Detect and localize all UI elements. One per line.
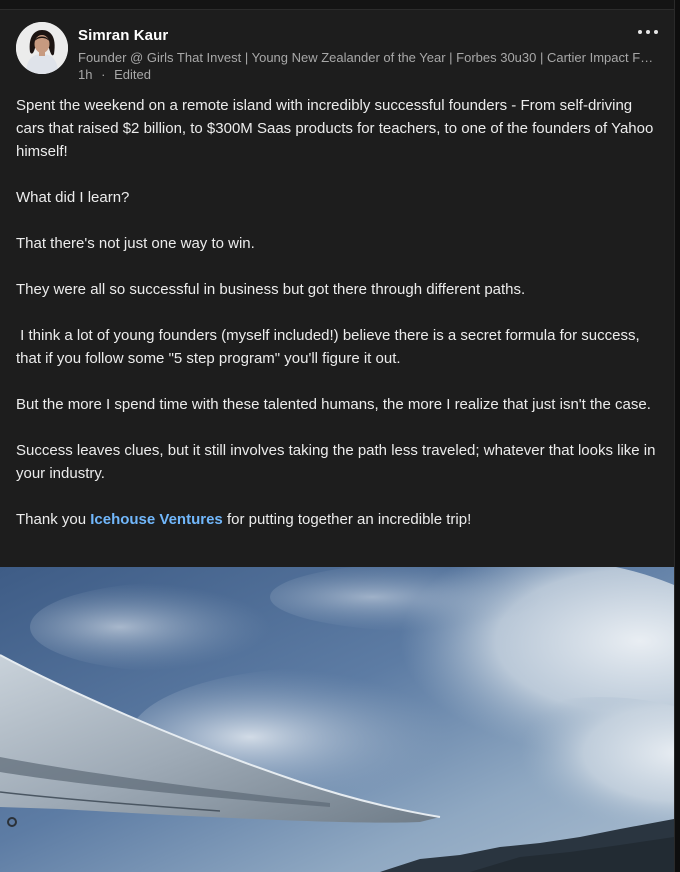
post-body: Spent the weekend on a remote island wit…	[16, 94, 662, 554]
author-headline: Founder @ Girls That Invest | Young New …	[78, 50, 658, 65]
author-name[interactable]: Simran Kaur	[78, 27, 168, 44]
post-paragraph: I think a lot of young founders (myself …	[16, 327, 644, 367]
post-card: Simran Kaur Founder @ Girls That Invest …	[0, 0, 675, 872]
closing-text-before: Thank you	[16, 511, 91, 528]
post-paragraph: That there's not just one way to win.	[16, 235, 255, 252]
post-paragraph: What did I learn?	[16, 189, 130, 206]
top-divider	[0, 0, 674, 10]
post-paragraph: Spent the weekend on a remote island wit…	[16, 97, 654, 160]
post-meta: 1h · Edited	[78, 67, 156, 82]
post-paragraph: They were all so successful in business …	[16, 281, 526, 298]
closing-text-after: for putting together an incredible trip!	[222, 511, 472, 528]
more-options-button[interactable]	[634, 22, 662, 42]
closing-paragraph: Thank you Icehouse Ventures for putting …	[16, 508, 662, 531]
icehouse-ventures-link[interactable]: Icehouse Ventures	[90, 511, 223, 528]
post-image[interactable]	[0, 567, 674, 872]
edited-label: Edited	[114, 67, 151, 82]
airplane-wing-over-clouds-photo	[0, 567, 674, 872]
author-avatar[interactable]	[16, 22, 68, 74]
post-header: Simran Kaur Founder @ Girls That Invest …	[16, 22, 666, 82]
post-timestamp: 1h	[78, 67, 93, 82]
post-paragraph: Success leaves clues, but it still invol…	[16, 442, 656, 482]
post-paragraph: But the more I spend time with these tal…	[16, 396, 651, 413]
meta-separator: ·	[101, 67, 106, 82]
